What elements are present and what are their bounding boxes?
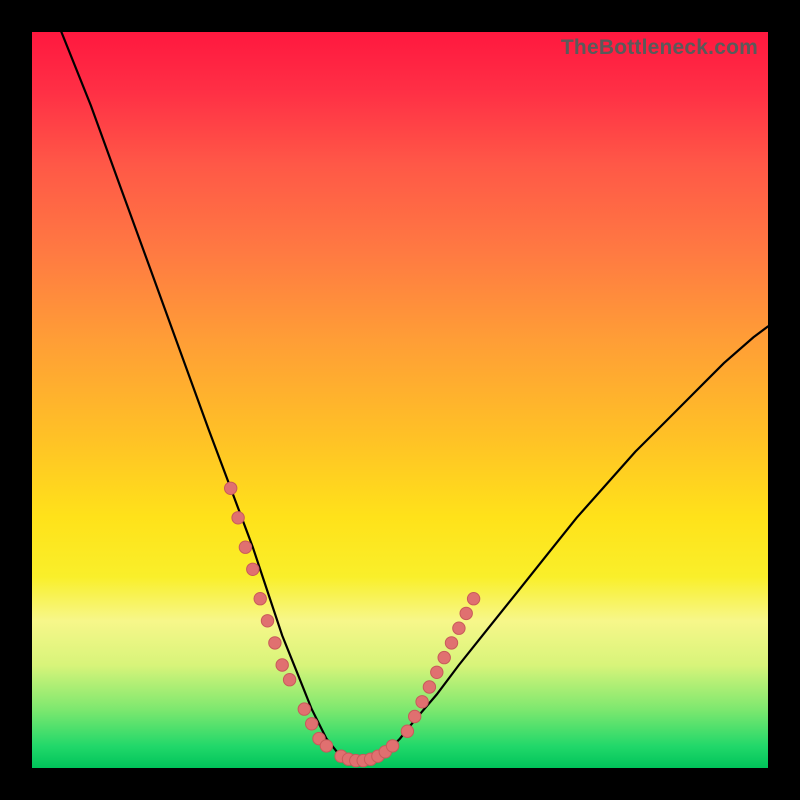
marker-dots-group bbox=[225, 482, 480, 767]
marker-dot bbox=[445, 637, 457, 649]
marker-dot bbox=[306, 718, 318, 730]
marker-dot bbox=[460, 607, 472, 619]
marker-dot bbox=[298, 703, 310, 715]
marker-dot bbox=[467, 593, 479, 605]
marker-dot bbox=[401, 725, 413, 737]
marker-dot bbox=[320, 740, 332, 752]
curve-svg bbox=[32, 32, 768, 768]
marker-dot bbox=[453, 622, 465, 634]
marker-dot bbox=[431, 666, 443, 678]
marker-dot bbox=[416, 696, 428, 708]
marker-dot bbox=[438, 651, 450, 663]
chart-frame: TheBottleneck.com bbox=[0, 0, 800, 800]
marker-dot bbox=[261, 615, 273, 627]
marker-dot bbox=[386, 740, 398, 752]
marker-dot bbox=[423, 681, 435, 693]
marker-dot bbox=[254, 593, 266, 605]
marker-dot bbox=[409, 710, 421, 722]
marker-dot bbox=[225, 482, 237, 494]
marker-dot bbox=[269, 637, 281, 649]
marker-dot bbox=[276, 659, 288, 671]
bottleneck-curve bbox=[61, 32, 768, 762]
marker-dot bbox=[247, 563, 259, 575]
marker-dot bbox=[239, 541, 251, 553]
plot-area: TheBottleneck.com bbox=[32, 32, 768, 768]
marker-dot bbox=[283, 674, 295, 686]
marker-dot bbox=[232, 512, 244, 524]
